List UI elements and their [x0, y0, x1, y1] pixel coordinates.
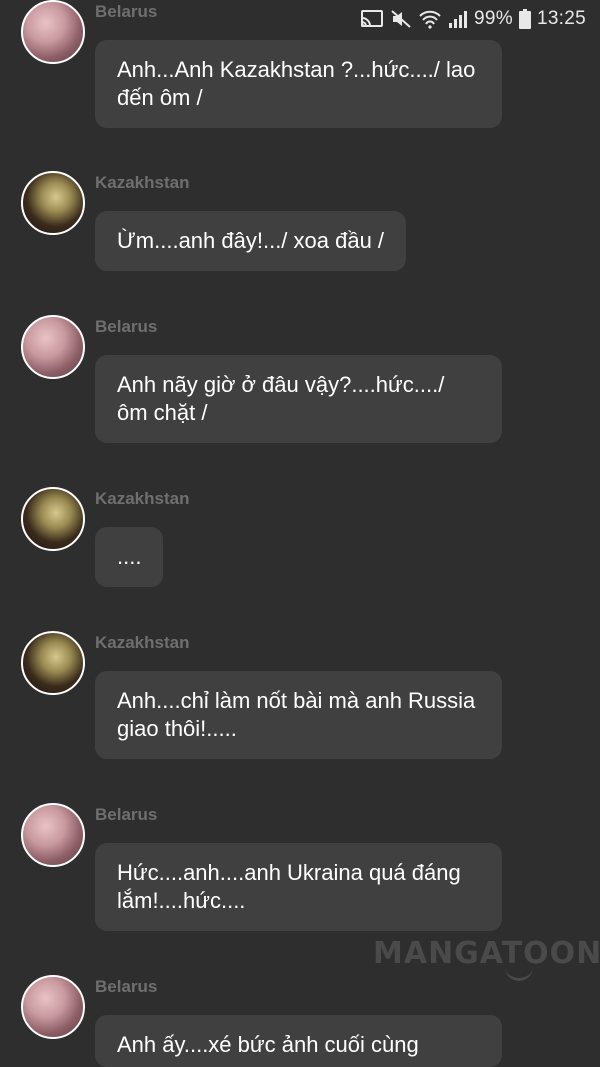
status-bar: 99% 13:25 [360, 6, 586, 32]
watermark: MANGATOON [373, 936, 600, 971]
message-bubble: Hức....anh....anh Ukraina quá đáng lắm!.… [95, 843, 502, 931]
message-bubble: .... [95, 527, 164, 587]
sender-name: Kazakhstan [95, 489, 190, 508]
avatar-belarus[interactable] [21, 315, 85, 379]
battery-percent: 99% [474, 8, 513, 29]
sender-name: Belarus [95, 317, 158, 336]
sender-name: Kazakhstan [95, 633, 190, 652]
message-bubble: Anh....chỉ làm nốt bài mà anh Russia gia… [95, 671, 502, 759]
avatar-kazakhstan[interactable] [21, 487, 85, 551]
battery-icon [518, 9, 531, 29]
sender-name: Kazakhstan [95, 173, 190, 192]
sender-name: Belarus [95, 2, 158, 21]
avatar-belarus[interactable] [21, 803, 85, 867]
sender-name: Belarus [95, 805, 158, 824]
message-bubble: Ừm....anh đây!.../ xoa đầu / [95, 211, 407, 271]
mute-icon [390, 9, 412, 29]
message-bubble: Anh nãy giờ ở đâu vậy?....hức..../ ôm ch… [95, 355, 502, 443]
avatar-kazakhstan[interactable] [21, 171, 85, 235]
message-bubble: Anh...Anh Kazakhstan ?...hức..../ lao đế… [95, 40, 502, 128]
avatar-belarus[interactable] [21, 975, 85, 1039]
wifi-icon [418, 9, 442, 29]
message-bubble: Anh ấy....xé bức ảnh cuối cùng [95, 1015, 502, 1067]
watermark-smile-icon [505, 966, 533, 981]
sender-name: Belarus [95, 977, 158, 996]
signal-icon [448, 9, 468, 29]
cast-icon [360, 9, 384, 29]
avatar-belarus[interactable] [21, 0, 85, 64]
avatar-kazakhstan[interactable] [21, 631, 85, 695]
clock: 13:25 [536, 8, 586, 29]
